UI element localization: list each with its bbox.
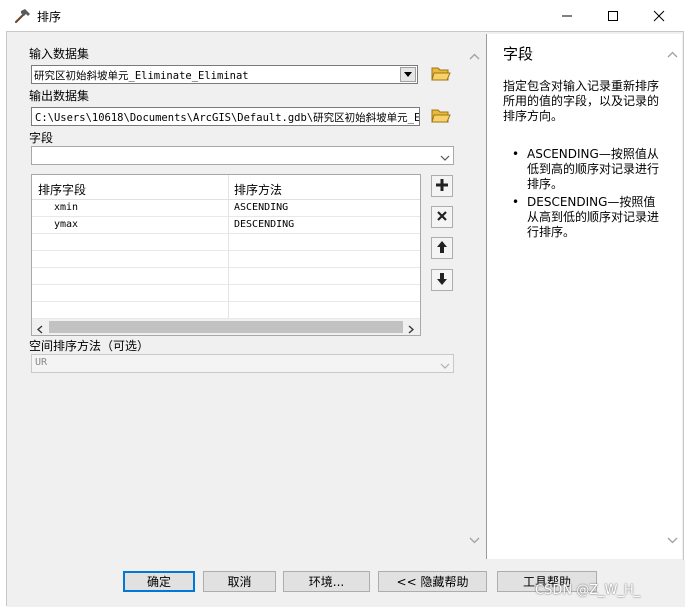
x-icon [436, 210, 448, 225]
window-title: 排序 [37, 10, 62, 24]
chevron-up-icon[interactable] [666, 48, 679, 62]
close-icon [653, 10, 665, 22]
plus-icon [435, 178, 449, 195]
table-row-empty [32, 234, 420, 251]
maximize-icon [607, 10, 619, 22]
help-title: 字段 [503, 45, 534, 63]
spatial-sort-value: UR [35, 357, 48, 368]
help-list-item: • ASCENDING—按照值从低到高的顺序对记录进行排序。 [512, 147, 661, 192]
bullet-icon: • [512, 147, 520, 161]
watermark: CSDN @Z_W_H_ [535, 583, 641, 598]
output-dataset-label: 输出数据集 [29, 89, 90, 103]
horizontal-scrollbar[interactable] [32, 319, 420, 335]
dialog-body: 输入数据集 研究区初始斜坡单元_Eliminate_Eliminat 输出数据集… [6, 31, 685, 607]
table-row[interactable]: ymax DESCENDING [32, 217, 420, 234]
spatial-sort-combo: UR [31, 354, 454, 373]
input-dataset-value: 研究区初始斜坡单元_Eliminate_Eliminat [34, 70, 249, 82]
chevron-down-icon [440, 151, 450, 165]
table-row[interactable]: xmin ASCENDING [32, 200, 420, 217]
help-pane: 字段 指定包含对输入记录重新排序所用的值的字段，以及记录的排序方向。 • ASC… [486, 34, 682, 559]
column-header-field: 排序字段 [38, 183, 87, 197]
help-list-item: • DESCENDING—按照值从高到低的顺序对记录进行排序。 [512, 195, 661, 240]
help-list: • ASCENDING—按照值从低到高的顺序对记录进行排序。 • DESCEND… [512, 147, 661, 243]
chevron-left-icon[interactable] [36, 323, 43, 335]
row-method[interactable]: ASCENDING [234, 202, 288, 213]
parameter-vertical-scrollbar[interactable] [466, 34, 483, 559]
row-field: ymax [54, 219, 79, 230]
parameter-pane: 输入数据集 研究区初始斜坡单元_Eliminate_Eliminat 输出数据集… [9, 34, 483, 559]
chevron-down-icon[interactable] [400, 67, 416, 82]
title-bar: 排序 [0, 0, 690, 31]
output-dataset-value: C:\Users\10618\Documents\ArcGIS\Default.… [35, 112, 420, 124]
input-dataset-combo[interactable]: 研究区初始斜坡单元_Eliminate_Eliminat [31, 65, 418, 84]
field-combo[interactable] [31, 146, 454, 165]
arrow-down-icon [436, 272, 448, 289]
minimize-button[interactable] [544, 0, 590, 31]
minimize-icon [561, 10, 573, 22]
chevron-down-icon[interactable] [468, 534, 481, 547]
open-folder-icon [431, 64, 451, 85]
row-method[interactable]: DESCENDING [234, 219, 294, 230]
column-header-method: 排序方法 [234, 183, 283, 197]
chevron-down-icon[interactable] [666, 534, 679, 548]
spatial-sort-label: 空间排序方法（可选） [29, 339, 150, 353]
move-down-button[interactable] [431, 269, 453, 291]
hammer-icon [14, 7, 32, 25]
open-folder-icon [431, 106, 451, 127]
arrow-up-icon [436, 240, 448, 257]
sort-fields-table: 排序字段 排序方法 xmin ASCENDING ymax DESCENDING [31, 174, 421, 336]
chevron-right-icon[interactable] [408, 323, 415, 335]
row-field: xmin [54, 202, 79, 213]
help-item-text: DESCENDING—按照值从高到低的顺序对记录进行排序。 [527, 195, 660, 239]
add-field-button[interactable] [431, 175, 453, 197]
table-row-empty [32, 285, 420, 302]
ok-button[interactable]: 确定 [123, 571, 195, 592]
close-button[interactable] [636, 0, 682, 31]
help-vertical-scrollbar[interactable] [666, 34, 680, 559]
table-header: 排序字段 排序方法 [32, 175, 420, 200]
environments-button[interactable]: 环境... [283, 571, 370, 592]
table-row-empty [32, 302, 420, 319]
field-label: 字段 [29, 131, 54, 145]
hide-help-button[interactable]: << 隐藏帮助 [378, 571, 487, 592]
browse-input-button[interactable] [430, 63, 452, 85]
bullet-icon: • [512, 195, 520, 209]
maximize-button[interactable] [590, 0, 636, 31]
remove-field-button[interactable] [431, 206, 453, 228]
help-item-text: ASCENDING—按照值从低到高的顺序对记录进行排序。 [527, 147, 660, 191]
table-row-empty [32, 268, 420, 285]
move-up-button[interactable] [431, 237, 453, 259]
table-row-empty [32, 251, 420, 268]
chevron-up-icon[interactable] [468, 50, 481, 63]
scroll-thumb[interactable] [49, 321, 403, 333]
help-description: 指定包含对输入记录重新排序所用的值的字段，以及记录的排序方向。 [503, 79, 660, 123]
chevron-down-icon [440, 359, 450, 373]
input-dataset-label: 输入数据集 [29, 47, 90, 61]
browse-output-button[interactable] [430, 105, 452, 127]
cancel-button[interactable]: 取消 [203, 571, 276, 592]
output-dataset-field[interactable]: C:\Users\10618\Documents\ArcGIS\Default.… [31, 107, 420, 126]
